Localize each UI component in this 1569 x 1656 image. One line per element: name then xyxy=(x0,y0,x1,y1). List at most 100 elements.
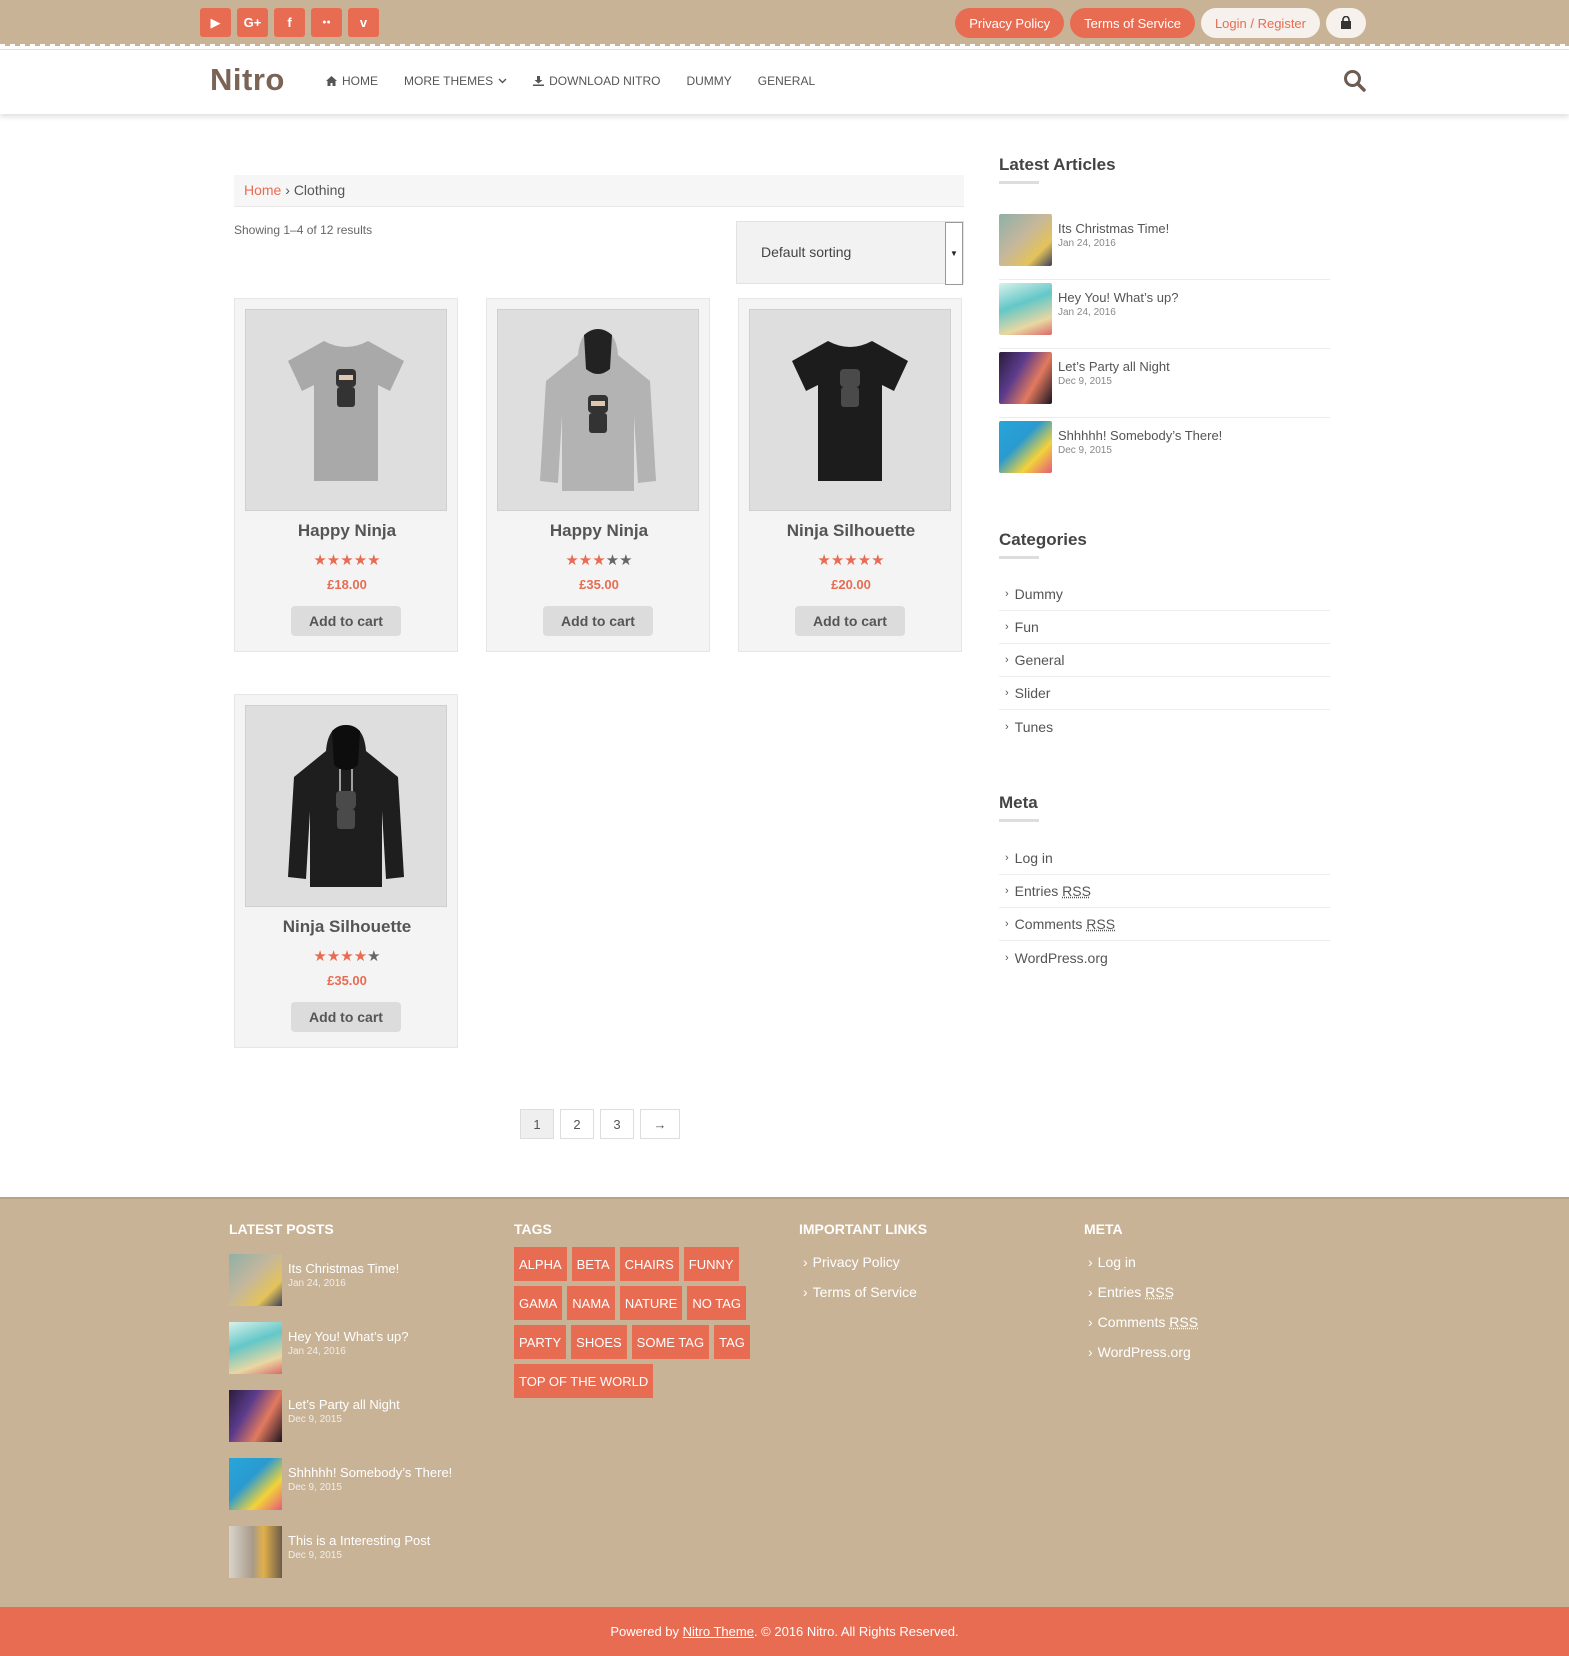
product-card[interactable]: Ninja Silhouette ★★★★★ £35.00 Add to car… xyxy=(234,694,458,1048)
chevron-right-icon: › xyxy=(1088,1284,1093,1300)
product-image[interactable] xyxy=(245,309,447,511)
meta-link-comments-rss[interactable]: › Comments RSS xyxy=(999,908,1330,941)
page-link-3[interactable]: 3 xyxy=(600,1109,634,1139)
nav-item-dummy[interactable]: DUMMY xyxy=(686,74,731,88)
product-card[interactable]: Happy Ninja ★★★★★ £18.00 Add to cart xyxy=(234,298,458,652)
page-link-2[interactable]: 2 xyxy=(560,1109,594,1139)
product-image[interactable] xyxy=(749,309,951,511)
article-thumbnail[interactable] xyxy=(999,283,1052,335)
list-item[interactable]: Shhhhh! Somebody’s There! Dec 9, 2015 xyxy=(229,1458,469,1526)
footer-meta-wordpress[interactable]: › WordPress.org xyxy=(1088,1337,1198,1367)
site-logo[interactable]: Nitro xyxy=(210,62,285,98)
category-link-general[interactable]: › General xyxy=(999,644,1330,677)
tag-link[interactable]: SOME TAG xyxy=(631,1325,710,1359)
post-thumbnail[interactable] xyxy=(229,1254,282,1306)
category-link-slider[interactable]: › Slider xyxy=(999,677,1330,710)
list-item[interactable]: Shhhhh! Somebody’s There! Dec 9, 2015 xyxy=(999,419,1330,487)
tag-link[interactable]: TAG xyxy=(714,1325,750,1359)
product-card[interactable]: Happy Ninja ★★★★★ £35.00 Add to cart xyxy=(486,298,710,652)
list-item[interactable]: Let’s Party all Night Dec 9, 2015 xyxy=(229,1390,469,1458)
list-item[interactable]: This is a Interesting Post Dec 9, 2015 xyxy=(229,1526,469,1594)
article-thumbnail[interactable] xyxy=(999,352,1052,404)
category-link-fun[interactable]: › Fun xyxy=(999,611,1330,644)
nav-item-general[interactable]: GENERAL xyxy=(758,74,815,88)
meta-link-entries-rss[interactable]: › Entries RSS xyxy=(999,875,1330,908)
meta-list: › Log in › Entries RSS › Comments RSS › Word… xyxy=(999,842,1330,974)
page-link-1[interactable]: 1 xyxy=(520,1109,554,1139)
post-thumbnail[interactable] xyxy=(229,1458,282,1510)
login-register-button[interactable]: Login / Register xyxy=(1200,8,1320,38)
footer-meta-entries-rss[interactable]: › Entries RSS xyxy=(1088,1277,1198,1307)
tag-link[interactable]: GAMA xyxy=(514,1286,563,1320)
product-price: £35.00 xyxy=(327,973,367,988)
tag-link[interactable]: NO TAG xyxy=(687,1286,746,1320)
category-label: Dummy xyxy=(1014,586,1063,602)
footer-link-terms[interactable]: › Terms of Service xyxy=(803,1277,917,1307)
article-title-link[interactable]: Shhhhh! Somebody’s There! xyxy=(1058,428,1222,443)
privacy-policy-link[interactable]: Privacy Policy xyxy=(955,8,1065,38)
category-link-dummy[interactable]: › Dummy xyxy=(999,578,1330,611)
category-link-tunes[interactable]: › Tunes xyxy=(999,710,1330,743)
product-card[interactable]: Ninja Silhouette ★★★★★ £20.00 Add to car… xyxy=(738,298,962,652)
list-item[interactable]: Its Christmas Time! Jan 24, 2016 xyxy=(999,212,1330,280)
post-thumbnail[interactable] xyxy=(229,1390,282,1442)
tag-link[interactable]: PARTY xyxy=(514,1325,567,1359)
footer-meta-login[interactable]: › Log in xyxy=(1088,1247,1198,1277)
breadcrumb-home-link[interactable]: Home xyxy=(244,182,281,198)
footer-link-privacy[interactable]: › Privacy Policy xyxy=(803,1247,917,1277)
product-name[interactable]: Happy Ninja xyxy=(235,521,459,541)
post-title-link[interactable]: Hey You! What’s up? xyxy=(288,1329,408,1344)
nav-item-more-themes[interactable]: MORE THEMES xyxy=(404,74,507,88)
tag-link[interactable]: BETA xyxy=(571,1247,615,1281)
footer-meta-comments-rss[interactable]: › Comments RSS xyxy=(1088,1307,1198,1337)
add-to-cart-button[interactable]: Add to cart xyxy=(543,606,653,636)
search-icon[interactable] xyxy=(1342,68,1368,94)
post-title-link[interactable]: Its Christmas Time! xyxy=(288,1261,399,1276)
add-to-cart-button[interactable]: Add to cart xyxy=(795,606,905,636)
tag-link[interactable]: NAMA xyxy=(567,1286,615,1320)
article-thumbnail[interactable] xyxy=(999,214,1052,266)
list-item[interactable]: Hey You! What’s up? Jan 24, 2016 xyxy=(999,281,1330,349)
product-name[interactable]: Happy Ninja xyxy=(487,521,711,541)
nav-item-home[interactable]: HOME xyxy=(326,74,378,88)
tag-link[interactable]: CHAIRS xyxy=(619,1247,679,1281)
meta-link-wordpress[interactable]: › WordPress.org xyxy=(999,941,1330,974)
tag-link[interactable]: FUNNY xyxy=(683,1247,739,1281)
tag-link[interactable]: TOP OF THE WORLD xyxy=(514,1364,654,1398)
post-title-link[interactable]: Let’s Party all Night xyxy=(288,1397,400,1412)
dropdown-arrow-icon[interactable]: ▼ xyxy=(945,222,963,285)
meta-label: Comments RSS xyxy=(1015,916,1115,932)
list-item[interactable]: Let’s Party all Night Dec 9, 2015 xyxy=(999,350,1330,418)
tag-link[interactable]: NATURE xyxy=(619,1286,683,1320)
article-title-link[interactable]: Hey You! What’s up? xyxy=(1058,290,1178,305)
tag-link[interactable]: ALPHA xyxy=(514,1247,567,1281)
sorting-select[interactable]: Default sorting ▼ xyxy=(736,221,964,285)
article-title-link[interactable]: Its Christmas Time! xyxy=(1058,221,1169,236)
add-to-cart-button[interactable]: Add to cart xyxy=(291,606,401,636)
cart-button[interactable] xyxy=(1326,8,1366,38)
product-name[interactable]: Ninja Silhouette xyxy=(235,917,459,937)
post-thumbnail[interactable] xyxy=(229,1322,282,1374)
youtube-icon[interactable]: ▶ xyxy=(200,8,231,37)
product-image[interactable] xyxy=(497,309,699,511)
add-to-cart-button[interactable]: Add to cart xyxy=(291,1002,401,1032)
meta-link-login[interactable]: › Log in xyxy=(999,842,1330,875)
post-thumbnail[interactable] xyxy=(229,1526,282,1578)
google-plus-icon[interactable]: G+ xyxy=(237,8,268,37)
vimeo-icon[interactable]: v xyxy=(348,8,379,37)
article-thumbnail[interactable] xyxy=(999,421,1052,473)
post-title-link[interactable]: Shhhhh! Somebody’s There! xyxy=(288,1465,452,1480)
facebook-icon[interactable]: f xyxy=(274,8,305,37)
product-name[interactable]: Ninja Silhouette xyxy=(739,521,963,541)
article-title-link[interactable]: Let’s Party all Night xyxy=(1058,359,1170,374)
nav-item-download[interactable]: DOWNLOAD NITRO xyxy=(533,74,660,88)
post-title-link[interactable]: This is a Interesting Post xyxy=(288,1533,430,1548)
terms-of-service-link[interactable]: Terms of Service xyxy=(1070,8,1195,38)
list-item[interactable]: Hey You! What’s up? Jan 24, 2016 xyxy=(229,1322,469,1390)
next-page-link[interactable]: → xyxy=(640,1109,680,1139)
product-image[interactable] xyxy=(245,705,447,907)
list-item[interactable]: Its Christmas Time! Jan 24, 2016 xyxy=(229,1254,469,1322)
tag-link[interactable]: SHOES xyxy=(571,1325,627,1359)
nitro-theme-link[interactable]: Nitro Theme xyxy=(683,1624,754,1639)
flickr-icon[interactable]: ●● xyxy=(311,8,342,37)
